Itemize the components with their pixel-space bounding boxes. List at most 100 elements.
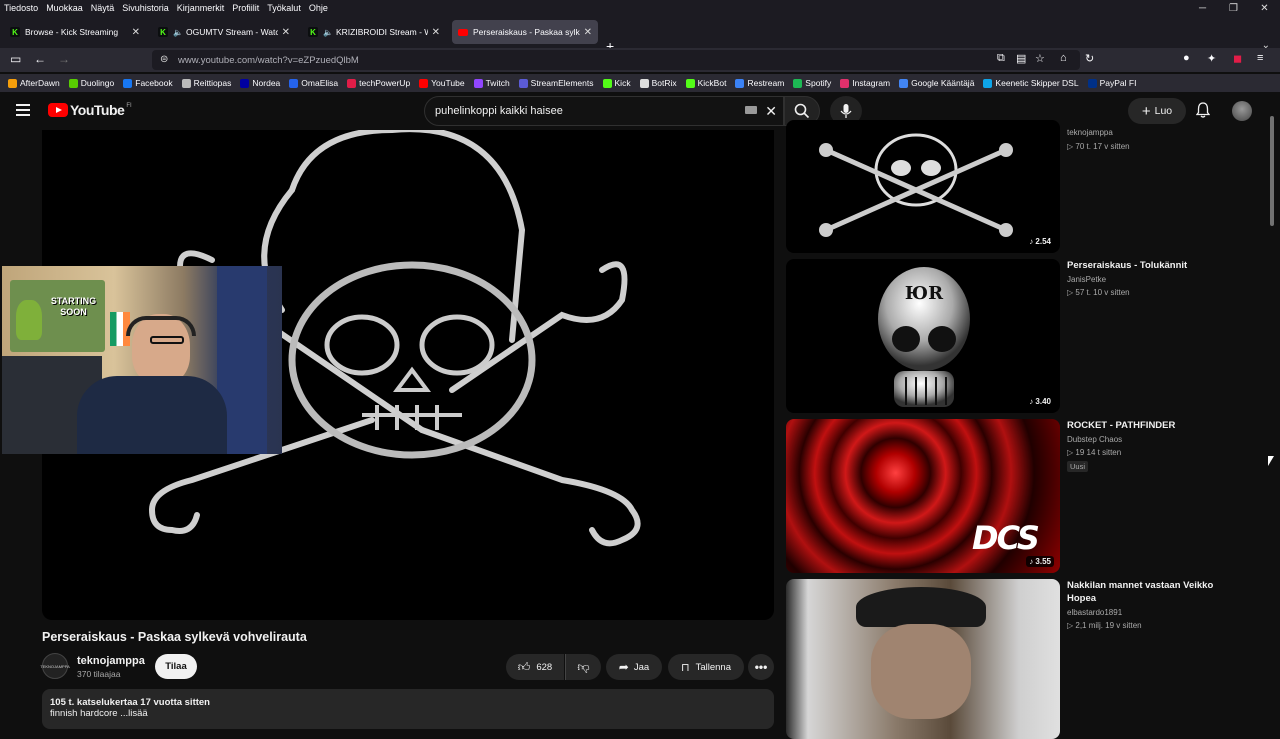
speaker-icon[interactable]: 🔈 (323, 28, 333, 37)
search-input[interactable]: puhelinkoppi kaikki haisee ✕ (424, 96, 784, 126)
account-icon[interactable]: ● (1183, 52, 1190, 64)
duration-badge: ♪ 3.55 (1026, 556, 1054, 567)
rec-channel[interactable]: JanisPetke (1067, 275, 1106, 284)
clear-search-icon[interactable]: ✕ (765, 103, 777, 120)
speaker-icon[interactable]: 🔈 (173, 28, 183, 37)
menu-bookmarks[interactable]: Kirjanmerkit (173, 3, 229, 13)
recommendation-thumbnail[interactable]: DCS ♪ 3.55 (786, 419, 1060, 573)
bookmark-item[interactable]: BotRix (639, 78, 677, 88)
tab-kick-browse[interactable]: K Browse - Kick Streaming ✕ (4, 20, 146, 44)
bookmark-favicon-icon (123, 78, 133, 88)
extensions-icon[interactable]: ✦ (1207, 52, 1216, 65)
guide-menu-icon[interactable] (16, 104, 30, 119)
menu-edit[interactable]: Muokkaa (42, 3, 87, 13)
duration-badge: ♪ 2.54 (1026, 236, 1054, 247)
notifications-bell-icon[interactable] (1196, 102, 1210, 118)
rec-channel[interactable]: elbastardo1891 (1067, 608, 1122, 617)
bookmark-item[interactable]: StreamElements (518, 78, 594, 88)
bookmark-item[interactable]: Spotify (793, 78, 831, 88)
menu-history[interactable]: Sivuhistoria (118, 3, 173, 13)
save-button[interactable]: ⊓ Tallenna (668, 654, 744, 680)
tab-krizibroidi[interactable]: K 🔈 KRIZIBROIDI Stream - Watc ✕ (302, 20, 446, 44)
menu-profiles[interactable]: Profiilit (228, 3, 263, 13)
forward-icon[interactable]: → (58, 52, 70, 66)
bookmark-item[interactable]: Nordea (240, 78, 280, 88)
tab-youtube-active[interactable]: Perseraiskaus - Paskaa sylkevä v ✕ (452, 20, 598, 44)
close-tab-icon[interactable]: ✕ (282, 27, 290, 38)
rec-title[interactable]: Nakkilan mannet vastaan Veikko Hopea (1067, 579, 1217, 605)
back-icon[interactable]: ← (34, 52, 46, 66)
more-actions-button[interactable]: ••• (748, 654, 774, 680)
description-box[interactable]: 105 t. katselukertaa 17 vuotta sitten fi… (42, 689, 774, 729)
reader-icon[interactable]: ▤ (1016, 52, 1026, 65)
bookmark-favicon-icon (735, 78, 745, 88)
recommendation-item[interactable]: ЮR ♪ 3.40 Perseraiskaus - Tolukännit Jan… (786, 259, 1266, 414)
recommendation-item[interactable]: Nakkilan mannet vastaan Veikko Hopea elb… (786, 579, 1266, 739)
search-icon (794, 103, 810, 119)
close-tab-icon[interactable]: ✕ (584, 27, 592, 38)
close-window-icon[interactable]: ✕ (1249, 3, 1280, 14)
sidebar-icon[interactable]: ▭ (10, 52, 21, 66)
recommendation-thumbnail[interactable]: ♪ 2.54 (786, 120, 1060, 253)
subscribe-button[interactable]: Tilaa (155, 654, 197, 679)
rec-title[interactable]: ROCKET - PATHFINDER (1067, 419, 1217, 432)
menu-view[interactable]: Näytä (87, 3, 119, 13)
bookmark-item[interactable]: KickBot (685, 78, 726, 88)
bookmark-item[interactable]: PayPal FI (1087, 78, 1136, 88)
skull-emblem: ЮR (905, 283, 944, 304)
bookmark-item[interactable]: Facebook (123, 78, 173, 88)
mouse-cursor-icon (1268, 456, 1274, 466)
rec-channel[interactable]: Dubstep Chaos (1067, 435, 1122, 444)
bookmark-item[interactable]: Restream (735, 78, 784, 88)
bookmark-item[interactable]: techPowerUp (347, 78, 410, 88)
kick-icon: K (10, 27, 20, 37)
keyboard-icon[interactable] (745, 106, 757, 114)
recommendation-item[interactable]: ♪ 2.54 teknojamppa ▷ 70 t. 17 v sitten (786, 120, 1266, 254)
recommendation-thumbnail[interactable]: ЮR ♪ 3.40 (786, 259, 1060, 413)
create-button[interactable]: + Luo (1128, 98, 1186, 124)
menu-file[interactable]: Tiedosto (0, 3, 42, 13)
site-info-icon[interactable]: ⊜ (160, 54, 168, 65)
menu-help[interactable]: Ohje (305, 3, 332, 13)
ublock-icon[interactable]: ◼ (1233, 52, 1242, 65)
mic-icon (840, 104, 852, 118)
channel-name[interactable]: teknojamppa (77, 655, 145, 667)
rec-channel[interactable]: teknojamppa (1067, 128, 1113, 137)
bookmark-favicon-icon (181, 78, 191, 88)
recommendation-item[interactable]: DCS ♪ 3.55 ROCKET - PATHFINDER Dubstep C… (786, 419, 1266, 574)
bookmark-item[interactable]: Duolingo (68, 78, 114, 88)
bookmark-star-icon[interactable]: ☆ (1035, 52, 1045, 65)
youtube-logo[interactable]: YouTube FI (48, 102, 132, 118)
bookmark-item[interactable]: Reittiopas (181, 78, 231, 88)
user-avatar[interactable] (1232, 101, 1252, 121)
bookmark-item[interactable]: Keenetic Skipper DSL (983, 78, 1079, 88)
share-button[interactable]: ➦ Jaa (606, 654, 662, 680)
tab-ogumtv[interactable]: K 🔈 OGUMTV Stream - Watch L ✕ (152, 20, 296, 44)
new-badge: Uusi (1067, 461, 1089, 472)
dislike-button[interactable]: 👎︎ (565, 654, 601, 680)
like-button[interactable]: 👍︎ 628 (506, 654, 564, 680)
menu-tools[interactable]: Työkalut (263, 3, 305, 13)
bookmark-item[interactable]: Instagram (840, 78, 890, 88)
bookmark-item[interactable]: OmaElisa (289, 78, 338, 88)
minimize-icon[interactable]: ─ (1187, 3, 1218, 14)
page-scrollbar[interactable] (1270, 116, 1274, 226)
url-text: www.youtube.com/watch?v=eZPzuedQlbM (178, 54, 359, 66)
webcam-overlay: STARTING SOON (2, 266, 282, 454)
app-menu-icon[interactable]: ≡ (1257, 52, 1263, 64)
recommendation-thumbnail[interactable] (786, 579, 1060, 739)
home-icon[interactable]: ⌂ (1060, 52, 1067, 64)
bookmark-item[interactable]: Kick (602, 78, 631, 88)
close-tab-icon[interactable]: ✕ (132, 27, 140, 38)
reload-icon[interactable]: ↻ (1085, 52, 1094, 65)
bookmark-item[interactable]: AfterDawn (8, 78, 60, 88)
bookmark-item[interactable]: YouTube (419, 78, 465, 88)
url-bar[interactable]: ⊜ www.youtube.com/watch?v=eZPzuedQlbM (152, 50, 1080, 70)
pip-icon[interactable]: ⧉ (997, 52, 1005, 65)
bookmark-item[interactable]: Twitch (473, 78, 510, 88)
restore-icon[interactable]: ❐ (1218, 3, 1249, 14)
close-tab-icon[interactable]: ✕ (432, 27, 440, 38)
rec-title[interactable]: Perseraiskaus - Tolukännit (1067, 259, 1217, 272)
channel-avatar[interactable]: TEKNOJAMPPA (40, 653, 70, 679)
bookmark-item[interactable]: Google Kääntäjä (899, 78, 974, 88)
